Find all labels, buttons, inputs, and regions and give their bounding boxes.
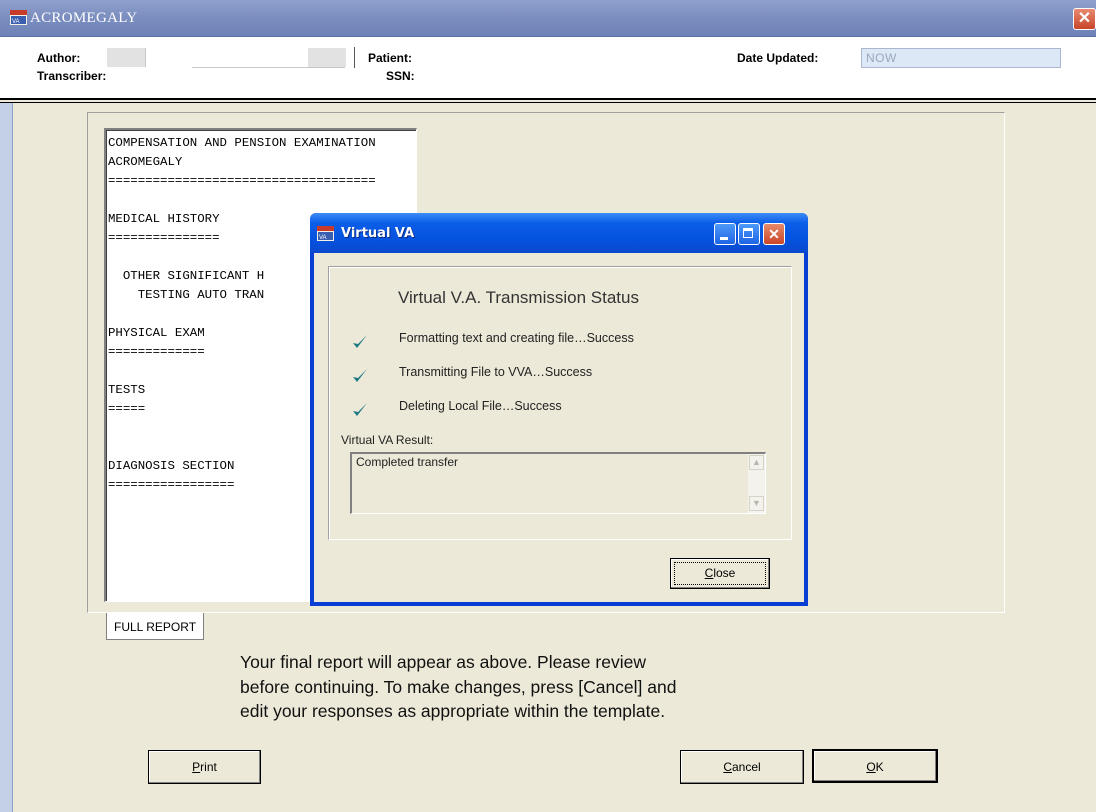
window-titlebar[interactable]: VA ACROMEGALY ✕ (0, 0, 1096, 37)
divider (0, 98, 1096, 100)
instructions-text: Your final report will appear as above. … (240, 650, 676, 724)
author-label: Author: (37, 51, 81, 65)
dialog-body: Virtual V.A. Transmission Status Formatt… (314, 253, 804, 602)
result-text-box[interactable]: Completed transfer ▲ ▼ (350, 452, 766, 514)
window-title: ACROMEGALY (30, 10, 138, 26)
checkmark-icon (353, 369, 367, 382)
print-button[interactable]: Print (148, 750, 261, 784)
focus-rect (674, 562, 766, 585)
result-text: Completed transfer (356, 455, 459, 469)
virtual-va-dialog: VA Virtual VA Virtual V.A. Transmission … (310, 213, 808, 606)
instruction-line: edit your responses as appropriate withi… (240, 701, 666, 721)
minimize-button[interactable] (714, 223, 736, 245)
instruction-line: Your final report will appear as above. … (240, 652, 646, 672)
ok-button[interactable]: OK (812, 749, 938, 783)
checkmark-icon (353, 403, 367, 416)
author-field-part (308, 48, 346, 67)
dialog-close-x-button[interactable] (763, 223, 785, 245)
svg-text:VA: VA (319, 235, 327, 241)
status-step-text: Deleting Local File…Success (399, 399, 562, 413)
ok-label: OK (866, 760, 884, 774)
report-line: ACROMEGALY (108, 155, 183, 169)
result-scrollbar[interactable]: ▲ ▼ (748, 454, 765, 513)
divider (354, 47, 355, 68)
dialog-title: Virtual VA (341, 226, 415, 241)
scroll-up-icon[interactable]: ▲ (749, 455, 764, 470)
result-label: Virtual VA Result: (341, 433, 434, 447)
status-step-text: Formatting text and creating file…Succes… (399, 331, 634, 345)
report-line: ==================================== (108, 174, 376, 188)
left-edge-bar (0, 103, 13, 812)
author-field-part (107, 48, 146, 67)
print-label: Print (192, 760, 217, 774)
app-logo-icon: VA (317, 226, 334, 241)
cancel-button[interactable]: Cancel (680, 750, 804, 784)
tab-full-report[interactable]: FULL REPORT (106, 613, 204, 640)
checkmark-icon (353, 335, 367, 348)
window-close-button[interactable]: ✕ (1073, 8, 1096, 30)
patient-label: Patient: (368, 51, 413, 65)
scroll-down-icon[interactable]: ▼ (749, 496, 764, 511)
date-updated-field[interactable]: NOW (861, 48, 1061, 68)
report-line: COMPENSATION AND PENSION EXAMINATION (108, 136, 376, 150)
ssn-label: SSN: (386, 69, 415, 83)
status-title: Virtual V.A. Transmission Status (398, 288, 639, 307)
transcriber-label: Transcriber: (37, 69, 107, 83)
instruction-line: before continuing. To make changes, pres… (240, 676, 677, 697)
date-updated-label: Date Updated: (737, 51, 819, 65)
dialog-titlebar[interactable]: VA Virtual VA (310, 213, 808, 253)
report-line (108, 191, 376, 210)
svg-text:VA: VA (12, 19, 20, 25)
maximize-button[interactable] (738, 223, 760, 245)
divider (0, 102, 1096, 103)
close-button[interactable]: Close (670, 558, 770, 589)
cancel-label: Cancel (723, 760, 761, 774)
status-step-text: Transmitting File to VVA…Success (399, 365, 593, 379)
app-logo-icon: VA (10, 10, 27, 25)
